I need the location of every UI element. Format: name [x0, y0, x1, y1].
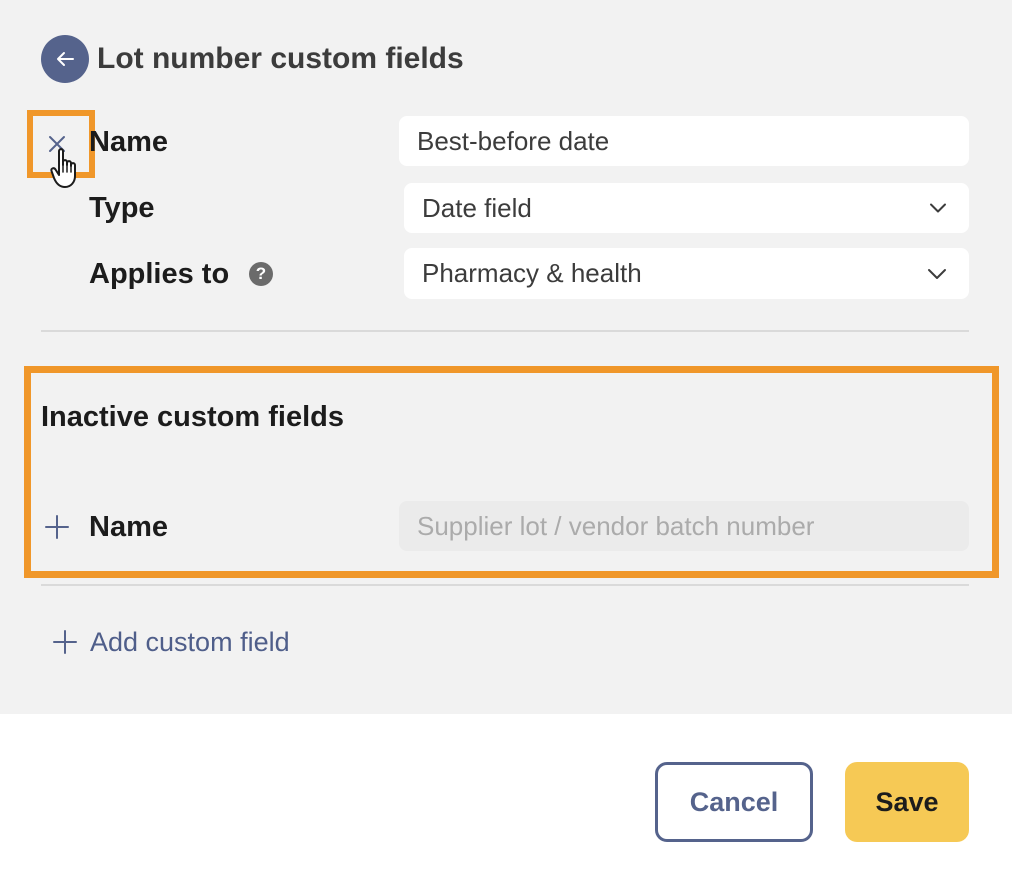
- add-custom-field-label: Add custom field: [90, 627, 290, 657]
- save-button[interactable]: Save: [845, 762, 969, 842]
- help-icon[interactable]: ?: [249, 262, 273, 286]
- section-divider: [41, 330, 969, 332]
- inactive-section-title: Inactive custom fields: [41, 401, 344, 433]
- custom-fields-panel: Lot number custom fields Name Best-befor…: [0, 0, 1012, 714]
- name-input-value: Best-before date: [417, 125, 610, 156]
- inactive-name-value: Supplier lot / vendor batch number: [417, 510, 815, 541]
- applies-to-select-value: Pharmacy & health: [422, 258, 642, 288]
- name-input[interactable]: Best-before date: [399, 116, 969, 166]
- cancel-button[interactable]: Cancel: [655, 762, 813, 842]
- type-select[interactable]: Date field: [404, 183, 969, 233]
- plus-icon[interactable]: [44, 514, 70, 540]
- chevron-down-icon: [930, 203, 946, 213]
- section-divider: [41, 584, 969, 586]
- applies-to-label: Applies to: [89, 258, 230, 290]
- type-label: Type: [89, 192, 155, 224]
- add-custom-field-button[interactable]: Add custom field: [53, 622, 290, 662]
- back-button[interactable]: [41, 35, 89, 83]
- close-icon[interactable]: [41, 128, 73, 160]
- type-select-value: Date field: [422, 192, 532, 223]
- plus-icon: [53, 630, 77, 654]
- name-label: Name: [89, 126, 168, 158]
- applies-to-select[interactable]: Pharmacy & health: [404, 248, 969, 299]
- arrow-left-icon: [57, 52, 74, 66]
- page-title: Lot number custom fields: [97, 42, 464, 75]
- inactive-name-input[interactable]: Supplier lot / vendor batch number: [399, 501, 969, 551]
- inactive-name-label: Name: [89, 511, 168, 543]
- chevron-down-icon: [928, 268, 946, 279]
